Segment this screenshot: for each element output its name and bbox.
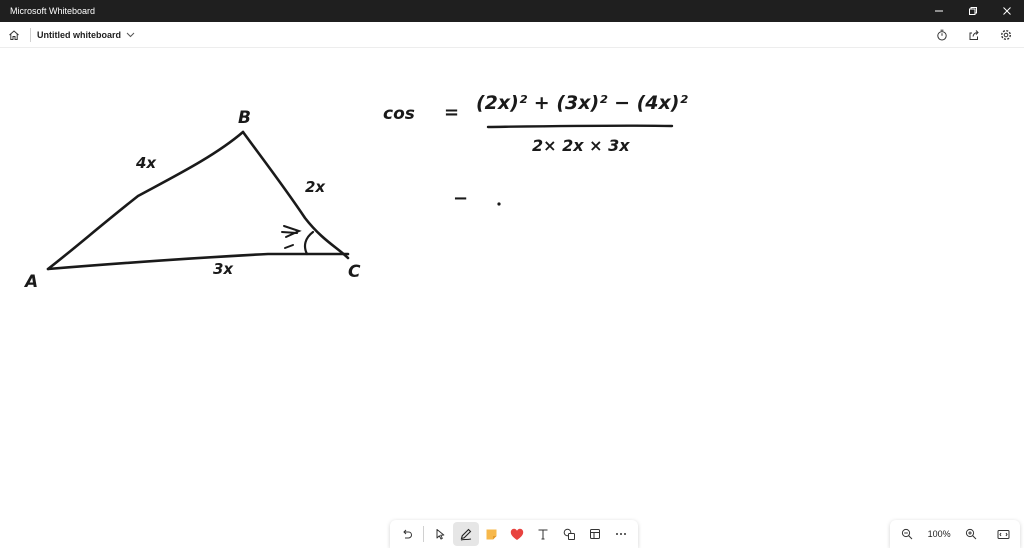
vertex-label-a: A [25, 272, 39, 292]
app-title: Microsoft Whiteboard [10, 6, 96, 16]
timer-button[interactable] [926, 22, 958, 48]
side-label-ac: 3x [213, 260, 234, 278]
home-icon [9, 29, 19, 40]
title-bar: Microsoft Whiteboard [0, 0, 1024, 22]
pen-icon [460, 528, 471, 541]
reaction-button[interactable] [505, 522, 531, 546]
zoom-in-icon [966, 528, 977, 540]
more-icon [616, 533, 627, 535]
undo-icon [403, 529, 412, 539]
board-menu-button[interactable] [126, 32, 135, 38]
select-button[interactable] [427, 522, 453, 546]
share-icon [969, 29, 979, 40]
whiteboard-canvas[interactable]: A B C 4x 2x 3x cos = (2x)² + (3x)² − (4x… [0, 48, 1024, 548]
fraction-numerator: (2x)² + (3x)² − (4x)² [476, 92, 688, 114]
side-label-bc: 2x [305, 178, 326, 196]
sticky-note-icon [486, 529, 497, 539]
window-controls [922, 0, 1024, 22]
side-label-ab: 4x [136, 154, 157, 172]
ink-drawing [46, 124, 674, 271]
fit-screen-icon [997, 529, 1009, 539]
close-button[interactable] [990, 0, 1024, 22]
restore-button[interactable] [956, 0, 990, 22]
fraction-bar [486, 124, 674, 129]
ink-dot [497, 202, 501, 206]
timer-icon [937, 29, 947, 40]
fraction-denominator: 2× 2x × 3x [532, 136, 630, 155]
angle-arrow [281, 225, 302, 238]
pointer-icon [436, 529, 445, 540]
chevron-down-icon [126, 32, 135, 37]
heart-icon [511, 528, 524, 540]
share-button[interactable] [958, 22, 990, 48]
fit-screen-button[interactable] [992, 523, 1014, 545]
angle-arc [303, 230, 315, 256]
zoom-out-icon [901, 528, 913, 540]
text-icon [538, 529, 548, 540]
appbar-tools [926, 22, 1024, 48]
zoom-in-button[interactable] [960, 523, 982, 545]
cos-label: cos [383, 104, 415, 124]
triangle-side-ab [46, 130, 245, 271]
restore-icon [969, 7, 977, 15]
equals-second-line: − [453, 188, 469, 209]
toolbar-divider [422, 526, 424, 542]
shapes-button[interactable] [556, 522, 582, 546]
zoom-level[interactable]: 100% [928, 529, 951, 539]
templates-button[interactable] [582, 522, 608, 546]
undo-button[interactable] [394, 522, 420, 546]
vertex-label-b: B [238, 108, 251, 128]
gear-icon [1000, 29, 1012, 40]
templates-icon [590, 529, 601, 539]
pen-tool-button[interactable] [452, 522, 479, 546]
angle-tick [284, 244, 294, 249]
bottom-toolbar [390, 520, 638, 548]
minimize-button[interactable] [922, 0, 956, 22]
zoom-out-button[interactable] [896, 523, 918, 545]
appbar-divider [30, 27, 31, 42]
more-button[interactable] [608, 522, 634, 546]
close-icon [1003, 7, 1011, 15]
equals-sign: = [444, 102, 460, 123]
triangle-side-ac [46, 252, 350, 271]
home-button[interactable] [0, 22, 28, 48]
zoom-controls: 100% [890, 520, 1020, 548]
triangle-side-bc [241, 130, 350, 260]
app-bar: Untitled whiteboard [0, 22, 1024, 48]
sticky-note-button[interactable] [479, 522, 505, 546]
minimize-icon [935, 10, 943, 12]
board-name[interactable]: Untitled whiteboard [37, 30, 121, 40]
vertex-label-c: C [348, 262, 361, 282]
settings-button[interactable] [990, 22, 1022, 48]
shapes-icon [563, 528, 575, 540]
text-button[interactable] [530, 522, 556, 546]
